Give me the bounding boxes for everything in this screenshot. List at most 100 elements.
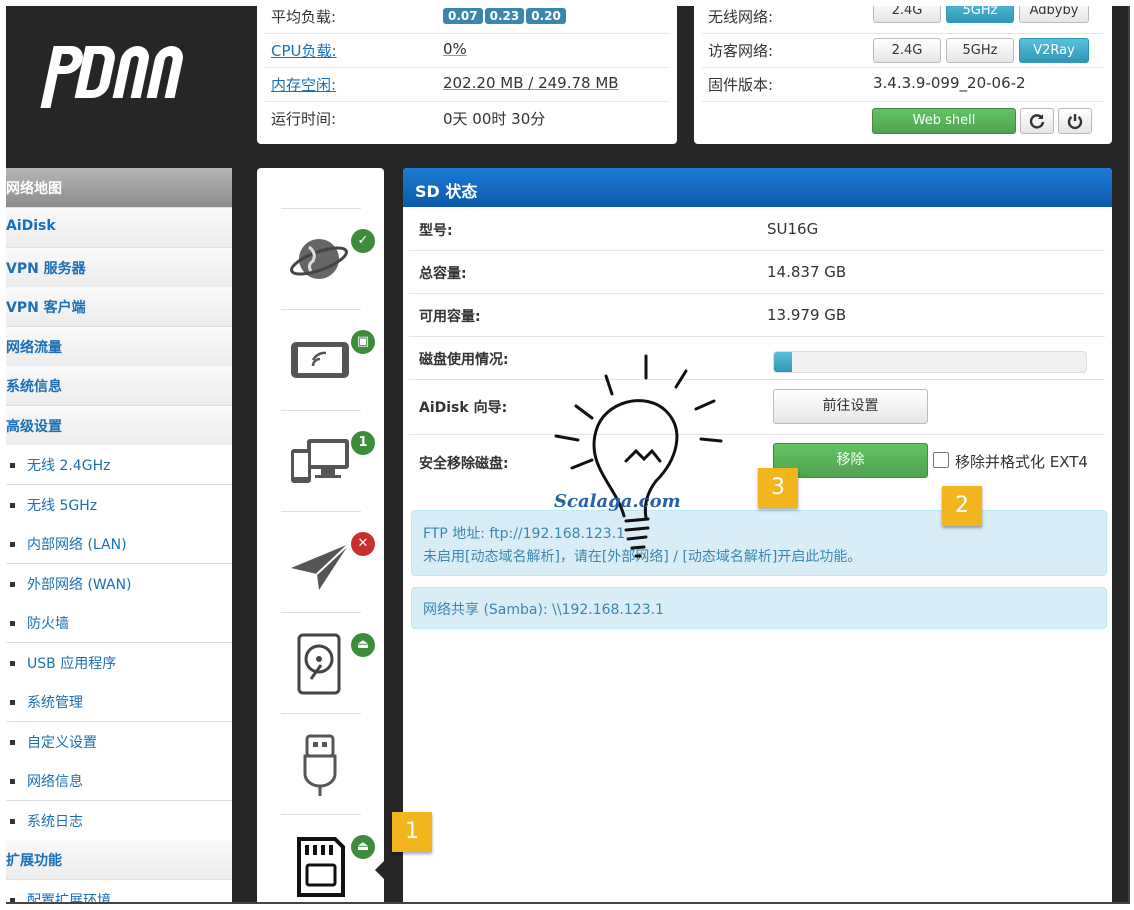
menu-vpn-server[interactable]: VPN 服务器 [6, 248, 232, 288]
load-average-label: 平均负载: [271, 8, 337, 26]
vpn-status-tile[interactable]: ✕ [281, 511, 375, 612]
menu-label: VPN 服务器 [6, 261, 86, 277]
watermark-text: Scalaga.com [554, 491, 681, 512]
menu-label: 外部网络 (WAN) [27, 577, 132, 593]
memory-free-value: 202.20 MB / 249.78 MB [443, 74, 619, 92]
menu-aidisk[interactable]: AiDisk [6, 208, 232, 248]
menu-lan[interactable]: 内部网络 (LAN) [6, 524, 232, 564]
menu-extensions[interactable]: 扩展功能 [6, 840, 232, 880]
bullet-icon [10, 898, 15, 902]
load-average-row: 平均负载: 0.07 0.23 0.20 [265, 6, 669, 34]
bullet-icon [10, 503, 15, 508]
router-admin-window: 平均负载: 0.07 0.23 0.20 CPU负载: 0% 内存空闲: 202.2… [6, 6, 1130, 904]
samba-info-alert: 网络共享 (Samba): \\192.168.123.1 [411, 587, 1107, 629]
total-capacity-value: 14.837 GB [767, 263, 847, 281]
menu-label: 内部网络 (LAN) [27, 537, 127, 553]
menu-extension-env[interactable]: 配置扩展环境 [6, 880, 232, 904]
adbyby-button[interactable]: Adbyby [1019, 6, 1089, 23]
menu-label: 无线 2.4GHz [27, 458, 111, 474]
load-average-values: 0.07 0.23 0.20 [443, 6, 568, 24]
bullet-icon [10, 819, 15, 824]
samba-address-text: 网络共享 (Samba): \\192.168.123.1 [423, 602, 664, 618]
internet-status-tile[interactable]: ✓ [281, 208, 375, 309]
clients-icon [291, 439, 349, 483]
system-status-panel: 平均负载: 0.07 0.23 0.20 CPU负载: 0% 内存空闲: 202.2… [257, 6, 677, 144]
uptime-row: 运行时间: 0天 00时 30分 [265, 102, 669, 135]
format-ext4-label[interactable]: 移除并格式化 EXT4 [955, 451, 1088, 472]
menu-system-log[interactable]: 系统日志 [6, 801, 232, 841]
guest-5ghz-button[interactable]: 5GHz [946, 38, 1014, 63]
web-shell-button[interactable]: Web shell [872, 108, 1016, 134]
refresh-button[interactable] [1020, 108, 1054, 134]
clients-status-tile[interactable]: 1 [281, 410, 375, 511]
usb-status-tile[interactable] [281, 713, 361, 814]
firmware-version-link[interactable]: 3.4.3.9-099_20-06-2 [873, 74, 1026, 92]
bullet-icon [10, 700, 15, 705]
device-icon-column: ✓ ▣ 1 ✕ ⏏ ⏏ [257, 168, 385, 902]
wireless-label: 无线网络: [708, 8, 774, 26]
menu-label: 高级设置 [6, 419, 62, 435]
menu-network-map[interactable]: 网络地图 [6, 168, 232, 208]
wireless-5ghz-button[interactable]: 5GHz [946, 6, 1014, 23]
bullet-icon [10, 621, 15, 626]
safe-remove-label: 安全移除磁盘: [419, 456, 509, 472]
guest-24g-button[interactable]: 2.4G [873, 38, 941, 63]
model-label: 型号: [419, 223, 453, 239]
model-row: 型号: SU16G [409, 208, 1105, 251]
menu-vpn-client[interactable]: VPN 客户端 [6, 287, 232, 327]
cpu-load-link[interactable]: CPU负载: [271, 40, 337, 61]
load-5min-badge: 0.23 [484, 8, 525, 24]
menu-label: USB 应用程序 [27, 656, 117, 672]
power-button[interactable] [1058, 108, 1092, 134]
memory-free-link[interactable]: 内存空闲: [271, 74, 336, 95]
format-ext4-checkbox[interactable] [933, 452, 949, 468]
menu-label: 系统信息 [6, 379, 62, 395]
main-menu-sidebar: 网络地图 AiDisk VPN 服务器 VPN 客户端 网络流量 系统信息 高级… [6, 168, 232, 904]
free-capacity-value: 13.979 GB [767, 306, 847, 324]
aidisk-setup-button[interactable]: 前往设置 [773, 389, 928, 424]
disk-usage-progress [773, 351, 1087, 373]
v2ray-button[interactable]: V2Ray [1019, 38, 1089, 63]
refresh-icon [1029, 114, 1045, 129]
menu-custom-settings[interactable]: 自定义设置 [6, 722, 232, 762]
menu-label: 系统管理 [27, 695, 83, 711]
hdd-status-tile[interactable]: ⏏ [281, 612, 375, 713]
load-15min-badge: 0.20 [526, 8, 566, 24]
menu-system-info[interactable]: 系统信息 [6, 366, 232, 406]
lightbulb-watermark-icon [554, 354, 723, 558]
status-error-icon: ✕ [351, 532, 375, 556]
hard-disk-icon [297, 633, 341, 695]
safe-remove-row: 安全移除磁盘: 移除 移除并格式化 EXT4 [409, 435, 1105, 493]
menu-administration[interactable]: 系统管理 [6, 682, 232, 722]
menu-label: 网络地图 [6, 181, 62, 197]
menu-usb-apps[interactable]: USB 应用程序 [6, 643, 232, 683]
menu-label: 扩展功能 [6, 853, 62, 869]
menu-label: VPN 客户端 [6, 300, 86, 316]
wireless-status-tile[interactable]: ▣ [281, 309, 375, 410]
ftp-info-alert: FTP 地址: ftp://192.168.123.1 未启用[动态域名解析]，… [411, 510, 1107, 576]
menu-advanced-settings[interactable]: 高级设置 [6, 406, 232, 446]
menu-firewall[interactable]: 防火墙 [6, 603, 232, 643]
menu-label: 配置扩展环境 [27, 893, 111, 904]
eject-icon[interactable]: ⏏ [351, 633, 375, 657]
menu-label: 系统日志 [27, 814, 83, 830]
firmware-row: 固件版本: 3.4.3.9-099_20-06-2 [702, 68, 1104, 102]
menu-wireless-24ghz[interactable]: 无线 2.4GHz [6, 445, 232, 485]
bullet-icon [10, 542, 15, 547]
memory-free-row: 内存空闲: 202.20 MB / 249.78 MB [265, 68, 669, 102]
eject-icon[interactable]: ⏏ [351, 835, 375, 859]
bullet-icon [10, 779, 15, 784]
disk-usage-fill [774, 352, 793, 372]
menu-label: AiDisk [6, 218, 56, 234]
menu-traffic[interactable]: 网络流量 [6, 327, 232, 367]
menu-network-info[interactable]: 网络信息 [6, 761, 232, 801]
sd-status-tile[interactable]: ⏏ [281, 814, 375, 902]
status-check-icon: ✓ [351, 229, 375, 253]
menu-wan[interactable]: 外部网络 (WAN) [6, 564, 232, 604]
load-1min-badge: 0.07 [443, 8, 483, 24]
callout-badge-1: 1 [392, 812, 432, 852]
internet-globe-icon [290, 239, 348, 279]
menu-wireless-5ghz[interactable]: 无线 5GHz [6, 485, 232, 525]
wireless-24g-button[interactable]: 2.4G [873, 6, 941, 23]
padavan-logo[interactable] [30, 16, 190, 116]
